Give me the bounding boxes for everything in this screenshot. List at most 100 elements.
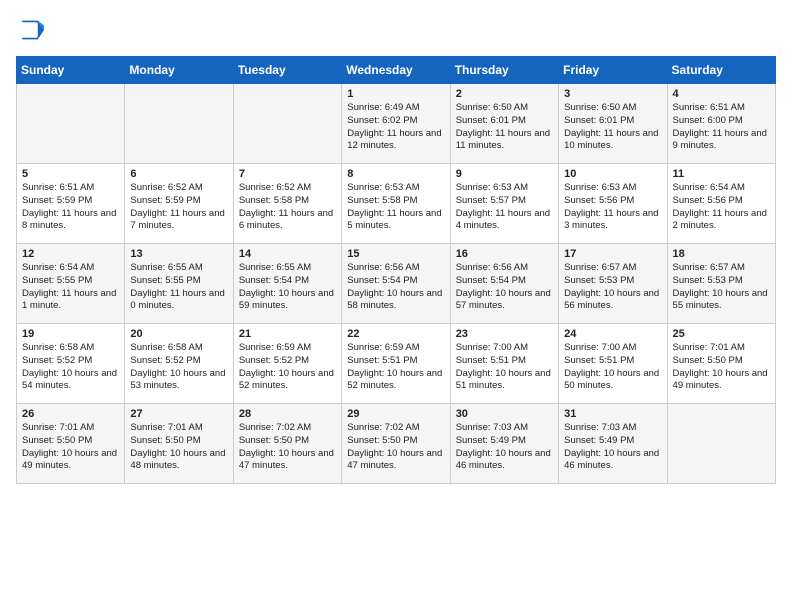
calendar-cell: 31Sunrise: 7:03 AM Sunset: 5:49 PM Dayli… [559,404,667,484]
calendar-cell: 20Sunrise: 6:58 AM Sunset: 5:52 PM Dayli… [125,324,233,404]
calendar-week-row: 5 Sunrise: 6:51 AM Sunset: 5:59 PM Daylig… [17,164,776,244]
calendar-cell: 1 Sunrise: 6:49 AM Sunset: 6:02 PM Daylig… [342,84,450,164]
day-info: Sunrise: 6:53 AM Sunset: 5:57 PM Dayligh… [456,182,553,233]
day-info: Sunrise: 7:03 AM Sunset: 5:49 PM Dayligh… [456,422,553,473]
day-info: Sunrise: 6:51 AM Sunset: 6:00 PM Dayligh… [673,102,770,153]
calendar-cell: 2Sunrise: 6:50 AM Sunset: 6:01 PM Daylig… [450,84,558,164]
calendar-cell: 16 Sunrise: 6:56 AM Sunset: 5:54 PM Dayli… [450,244,558,324]
day-number: 2 [456,88,553,100]
day-info: Sunrise: 7:02 AM Sunset: 5:50 PM Dayligh… [347,422,444,473]
weekday-header: Saturday [667,57,775,84]
weekday-header: Friday [559,57,667,84]
calendar-cell: 7 Sunrise: 6:52 AM Sunset: 5:58 PM Daylig… [233,164,341,244]
calendar-cell: 28 Sunrise: 7:02 AM Sunset: 5:50 PM Dayli… [233,404,341,484]
day-number: 22 [347,328,444,340]
day-info: Sunrise: 7:01 AM Sunset: 5:50 PM Dayligh… [130,422,227,473]
day-number: 20 [130,328,227,340]
day-number: 25 [673,328,770,340]
calendar-cell: 10Sunrise: 6:53 AM Sunset: 5:56 PM Dayli… [559,164,667,244]
calendar-cell: 11Sunrise: 6:54 AM Sunset: 5:56 PM Dayli… [667,164,775,244]
calendar-cell [233,84,341,164]
calendar-cell: 30 Sunrise: 7:03 AM Sunset: 5:49 PM Dayli… [450,404,558,484]
day-number: 6 [130,168,227,180]
calendar-cell: 17 Sunrise: 6:57 AM Sunset: 5:53 PM Dayli… [559,244,667,324]
day-info: Sunrise: 7:01 AM Sunset: 5:50 PM Dayligh… [673,342,770,393]
day-info: Sunrise: 6:57 AM Sunset: 5:53 PM Dayligh… [564,262,661,313]
day-number: 19 [22,328,119,340]
day-number: 9 [456,168,553,180]
calendar-cell: 6 Sunrise: 6:52 AM Sunset: 5:59 PM Daylig… [125,164,233,244]
weekday-header: Sunday [17,57,125,84]
calendar-cell: 3 Sunrise: 6:50 AM Sunset: 6:01 PM Daylig… [559,84,667,164]
logo [16,16,48,44]
calendar-cell: 12 Sunrise: 6:54 AM Sunset: 5:55 PM Dayli… [17,244,125,324]
day-info: Sunrise: 7:00 AM Sunset: 5:51 PM Dayligh… [564,342,661,393]
day-info: Sunrise: 7:00 AM Sunset: 5:51 PM Dayligh… [456,342,553,393]
day-info: Sunrise: 6:52 AM Sunset: 5:58 PM Dayligh… [239,182,336,233]
day-info: Sunrise: 6:50 AM Sunset: 6:01 PM Dayligh… [564,102,661,153]
calendar-cell: 22Sunrise: 6:59 AM Sunset: 5:51 PM Dayli… [342,324,450,404]
day-number: 29 [347,408,444,420]
calendar-cell: 18 Sunrise: 6:57 AM Sunset: 5:53 PM Dayli… [667,244,775,324]
day-number: 21 [239,328,336,340]
day-info: Sunrise: 6:55 AM Sunset: 5:55 PM Dayligh… [130,262,227,313]
day-number: 18 [673,248,770,260]
day-info: Sunrise: 6:56 AM Sunset: 5:54 PM Dayligh… [347,262,444,313]
day-info: Sunrise: 6:56 AM Sunset: 5:54 PM Dayligh… [456,262,553,313]
day-number: 26 [22,408,119,420]
day-info: Sunrise: 6:54 AM Sunset: 5:55 PM Dayligh… [22,262,119,313]
weekday-header: Wednesday [342,57,450,84]
day-number: 1 [347,88,444,100]
calendar-cell [667,404,775,484]
calendar-cell: 8 Sunrise: 6:53 AM Sunset: 5:58 PM Daylig… [342,164,450,244]
calendar-cell: 24 Sunrise: 7:00 AM Sunset: 5:51 PM Dayli… [559,324,667,404]
day-number: 16 [456,248,553,260]
calendar-cell: 13 Sunrise: 6:55 AM Sunset: 5:55 PM Dayli… [125,244,233,324]
page-header [16,16,776,44]
calendar-cell: 26 Sunrise: 7:01 AM Sunset: 5:50 PM Dayli… [17,404,125,484]
day-info: Sunrise: 6:54 AM Sunset: 5:56 PM Dayligh… [673,182,770,233]
day-info: Sunrise: 6:53 AM Sunset: 5:58 PM Dayligh… [347,182,444,233]
day-info: Sunrise: 7:02 AM Sunset: 5:50 PM Dayligh… [239,422,336,473]
calendar-week-row: 19 Sunrise: 6:58 AM Sunset: 5:52 PM Dayli… [17,324,776,404]
weekday-header-row: SundayMondayTuesdayWednesdayThursdayFrid… [17,57,776,84]
day-number: 7 [239,168,336,180]
day-number: 14 [239,248,336,260]
calendar-cell [17,84,125,164]
day-number: 3 [564,88,661,100]
logo-icon [16,16,44,44]
day-info: Sunrise: 6:53 AM Sunset: 5:56 PM Dayligh… [564,182,661,233]
day-info: Sunrise: 6:49 AM Sunset: 6:02 PM Dayligh… [347,102,444,153]
day-info: Sunrise: 7:01 AM Sunset: 5:50 PM Dayligh… [22,422,119,473]
day-info: Sunrise: 6:58 AM Sunset: 5:52 PM Dayligh… [22,342,119,393]
calendar-cell [125,84,233,164]
day-number: 27 [130,408,227,420]
day-number: 28 [239,408,336,420]
calendar-week-row: 1 Sunrise: 6:49 AM Sunset: 6:02 PM Daylig… [17,84,776,164]
calendar-cell: 21Sunrise: 6:59 AM Sunset: 5:52 PM Dayli… [233,324,341,404]
weekday-header: Monday [125,57,233,84]
day-number: 24 [564,328,661,340]
day-number: 5 [22,168,119,180]
day-info: Sunrise: 6:55 AM Sunset: 5:54 PM Dayligh… [239,262,336,313]
day-number: 30 [456,408,553,420]
calendar-cell: 19 Sunrise: 6:58 AM Sunset: 5:52 PM Dayli… [17,324,125,404]
calendar-week-row: 12 Sunrise: 6:54 AM Sunset: 5:55 PM Dayli… [17,244,776,324]
calendar-table: SundayMondayTuesdayWednesdayThursdayFrid… [16,56,776,484]
calendar-cell: 29 Sunrise: 7:02 AM Sunset: 5:50 PM Dayli… [342,404,450,484]
day-number: 13 [130,248,227,260]
calendar-cell: 23Sunrise: 7:00 AM Sunset: 5:51 PM Dayli… [450,324,558,404]
day-info: Sunrise: 6:57 AM Sunset: 5:53 PM Dayligh… [673,262,770,313]
calendar-cell: 5 Sunrise: 6:51 AM Sunset: 5:59 PM Daylig… [17,164,125,244]
calendar-cell: 4Sunrise: 6:51 AM Sunset: 6:00 PM Daylig… [667,84,775,164]
calendar-cell: 25 Sunrise: 7:01 AM Sunset: 5:50 PM Dayli… [667,324,775,404]
day-info: Sunrise: 6:51 AM Sunset: 5:59 PM Dayligh… [22,182,119,233]
day-number: 12 [22,248,119,260]
day-number: 8 [347,168,444,180]
calendar-week-row: 26 Sunrise: 7:01 AM Sunset: 5:50 PM Dayli… [17,404,776,484]
day-info: Sunrise: 6:52 AM Sunset: 5:59 PM Dayligh… [130,182,227,233]
calendar-cell: 14 Sunrise: 6:55 AM Sunset: 5:54 PM Dayli… [233,244,341,324]
calendar-cell: 27 Sunrise: 7:01 AM Sunset: 5:50 PM Dayli… [125,404,233,484]
day-number: 17 [564,248,661,260]
day-number: 15 [347,248,444,260]
